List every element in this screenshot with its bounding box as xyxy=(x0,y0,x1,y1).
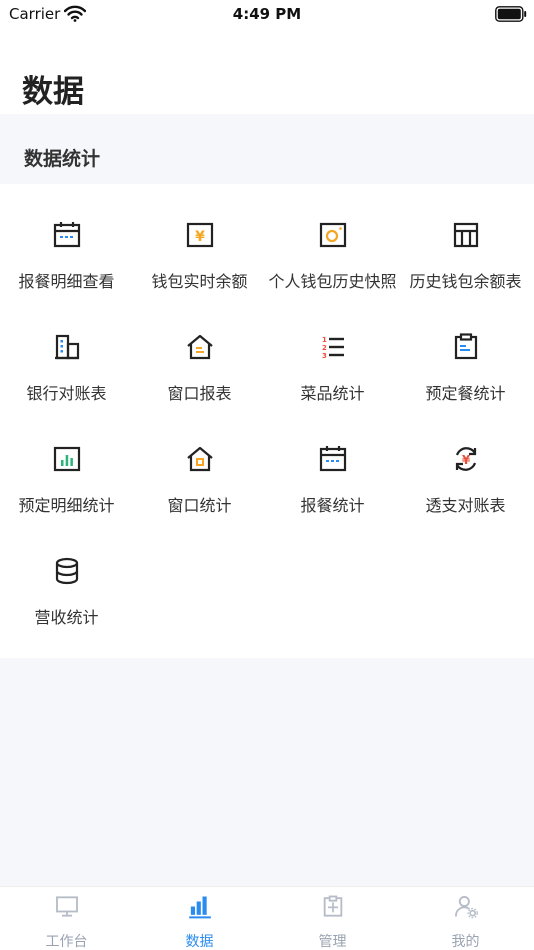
grid-item-reservation-detail-stats[interactable]: 预定明细统计 xyxy=(0,408,133,520)
grid-item-window-report[interactable]: 窗口报表 xyxy=(133,296,266,408)
camera-icon xyxy=(319,222,346,248)
grid-item-label: 历史钱包余额表 xyxy=(409,272,522,291)
refresh-yen-icon: ¥ xyxy=(455,447,476,471)
grid-item-overdraft-reconciliation[interactable]: ¥ 透支对账表 xyxy=(399,408,532,520)
tab-mine[interactable]: 我的 xyxy=(399,887,532,950)
database-icon xyxy=(55,557,78,585)
grid-item-label: 营收统计 xyxy=(34,608,99,627)
section-title: 数据统计 xyxy=(24,148,101,170)
status-bar: Carrier 4:49 PM xyxy=(0,0,534,30)
grid-item-label: 透支对账表 xyxy=(425,496,506,515)
wallet-yen-icon: ¥ xyxy=(186,222,213,248)
battery-icon xyxy=(495,6,527,22)
grid-item-dish-stats[interactable]: 1 2 3 菜品统计 xyxy=(266,296,399,408)
title-area: 数据 xyxy=(0,30,534,114)
grid-item-bank-reconciliation[interactable]: 银行对账表 xyxy=(0,296,133,408)
tab-workbench[interactable]: 工作台 xyxy=(0,887,133,950)
grid-item-meal-report-stats[interactable]: 报餐统计 xyxy=(266,408,399,520)
grid-item-meal-report-detail[interactable]: 报餐明细查看 xyxy=(0,184,133,296)
clipboard-manage-icon xyxy=(323,895,342,917)
grid-item-reserved-meal-stats[interactable]: 预定餐统计 xyxy=(399,296,532,408)
bar-chart-icon xyxy=(53,446,80,472)
stats-grid: 报餐明细查看 ¥ 钱包实时余额 个人钱包历史快照 历史钱包余额表 银行对账表 窗… xyxy=(0,184,534,658)
clock: 4:49 PM xyxy=(232,5,302,23)
tab-label: 工作台 xyxy=(45,934,88,950)
svg-text:¥: ¥ xyxy=(195,229,205,245)
grid-item-wallet-balance[interactable]: ¥ 钱包实时余额 xyxy=(133,184,266,296)
monitor-icon xyxy=(55,896,78,917)
svg-text:3: 3 xyxy=(322,352,327,360)
grid-item-label: 报餐统计 xyxy=(300,496,365,515)
grid-item-history-wallet-table[interactable]: 历史钱包余额表 xyxy=(399,184,532,296)
calendar-icon xyxy=(319,446,346,472)
grid-item-label: 银行对账表 xyxy=(26,384,107,403)
grid-item-label: 个人钱包历史快照 xyxy=(268,272,397,291)
grid-item-label: 钱包实时余额 xyxy=(151,272,248,291)
grid-item-label: 预定明细统计 xyxy=(18,496,115,515)
page-title: 数据 xyxy=(22,74,84,110)
bar-chart-icon xyxy=(188,896,211,919)
tab-bar: 工作台 数据 管理 我的 xyxy=(0,886,534,950)
grid-item-wallet-snapshot[interactable]: 个人钱包历史快照 xyxy=(266,184,399,296)
grid-item-revenue-stats[interactable]: 营收统计 xyxy=(0,520,133,632)
tab-manage[interactable]: 管理 xyxy=(266,887,399,950)
grid-item-label: 报餐明细查看 xyxy=(18,272,115,291)
table-icon xyxy=(453,222,478,248)
section-header: 数据统计 xyxy=(0,114,534,184)
svg-text:2: 2 xyxy=(322,344,327,352)
window-house-icon xyxy=(186,334,213,360)
tab-data[interactable]: 数据 xyxy=(133,887,266,950)
clipboard-icon xyxy=(454,333,477,360)
tab-label: 数据 xyxy=(185,934,214,950)
svg-text:¥: ¥ xyxy=(461,453,470,467)
user-settings-icon xyxy=(454,896,478,919)
grid-item-label: 窗口统计 xyxy=(167,496,232,515)
grid-item-label: 窗口报表 xyxy=(167,384,232,403)
grid-item-window-stats[interactable]: 窗口统计 xyxy=(133,408,266,520)
tab-label: 管理 xyxy=(318,934,347,950)
numbered-list-icon: 1 2 3 xyxy=(322,336,344,360)
svg-text:1: 1 xyxy=(322,336,327,344)
bank-building-icon xyxy=(54,334,79,360)
window-house-icon xyxy=(186,446,213,472)
grid-item-label: 预定餐统计 xyxy=(425,384,506,403)
grid-item-label: 菜品统计 xyxy=(300,384,365,403)
tab-label: 我的 xyxy=(451,934,480,950)
calendar-icon xyxy=(53,222,80,248)
